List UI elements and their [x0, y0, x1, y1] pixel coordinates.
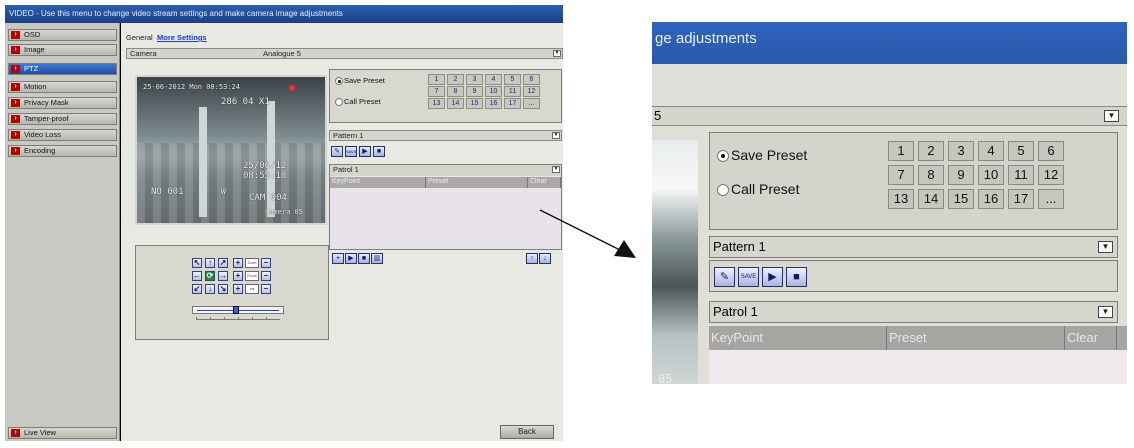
preset-number-button[interactable]: 11 — [1008, 165, 1034, 185]
page: VIDEO - Use this menu to change video st… — [0, 0, 1134, 448]
preset-number-button[interactable]: ... — [1038, 189, 1064, 209]
zoom-patrol-table-body — [709, 350, 1127, 384]
zoom-title: ge adjustments — [652, 22, 1127, 64]
preset-number-button[interactable]: 6 — [1038, 141, 1064, 161]
zoom-pattern-label: Pattern 1 — [713, 239, 766, 254]
pattern-play-icon[interactable]: ▶ — [762, 267, 783, 287]
dropdown-arrow-icon[interactable]: ▼ — [1104, 110, 1119, 122]
preset-number-button[interactable]: 17 — [1008, 189, 1034, 209]
zoom-preset-panel: Save Preset Call Preset 1 2 3 4 5 6 7 8 9 10 11 12 1… — [709, 132, 1118, 230]
preset-number-button[interactable]: 5 — [1008, 141, 1034, 161]
zoomed-detail-view: ge adjustments 5 ▼ 05 Save Preset Call P… — [652, 22, 1127, 384]
zoom-video-fragment: 05 — [652, 140, 698, 384]
preset-number-button[interactable]: 9 — [948, 165, 974, 185]
pattern-save-icon[interactable]: SAVE — [738, 267, 759, 287]
preset-number-button[interactable]: 14 — [918, 189, 944, 209]
preset-number-button[interactable]: 16 — [978, 189, 1004, 209]
preset-number-button[interactable]: 8 — [918, 165, 944, 185]
preset-number-button[interactable]: 2 — [918, 141, 944, 161]
zoom-blank-area — [652, 64, 1127, 112]
preset-number-button[interactable]: 7 — [888, 165, 914, 185]
zoom-pattern-select[interactable]: Pattern 1 ▼ — [709, 236, 1118, 258]
dropdown-arrow-icon[interactable]: ▼ — [1098, 241, 1113, 253]
zoom-camera-value: 5 — [654, 108, 662, 123]
dropdown-arrow-icon[interactable]: ▼ — [1098, 306, 1113, 318]
zoom-video-text: 05 — [658, 372, 673, 384]
preset-number-button[interactable]: 12 — [1038, 165, 1064, 185]
pattern-record-icon[interactable]: ✎ — [714, 267, 735, 287]
zoom-patrol-header: KeyPoint Preset Clear — [709, 326, 1127, 350]
zoom-camera-row[interactable]: 5 ▼ — [652, 106, 1127, 126]
preset-number-button[interactable]: 15 — [948, 189, 974, 209]
column-preset: Preset — [887, 326, 1065, 350]
zoom-save-preset-radio[interactable]: Save Preset — [717, 147, 807, 163]
preset-number-button[interactable]: 3 — [948, 141, 974, 161]
zoom-patrol-label: Patrol 1 — [713, 304, 758, 319]
preset-number-button[interactable]: 4 — [978, 141, 1004, 161]
zoom-patrol-select[interactable]: Patrol 1 ▼ — [709, 301, 1118, 323]
preset-number-button[interactable]: 1 — [888, 141, 914, 161]
preset-number-button[interactable]: 10 — [978, 165, 1004, 185]
column-clear: Clear — [1065, 326, 1117, 350]
pattern-stop-icon[interactable]: ■ — [786, 267, 807, 287]
preset-number-button[interactable]: 13 — [888, 189, 914, 209]
zoom-call-preset-radio[interactable]: Call Preset — [717, 181, 799, 197]
zoom-pattern-toolbar: ✎ SAVE ▶ ■ — [709, 260, 1118, 292]
arrow-line — [539, 209, 625, 253]
column-keypoint: KeyPoint — [709, 326, 887, 350]
